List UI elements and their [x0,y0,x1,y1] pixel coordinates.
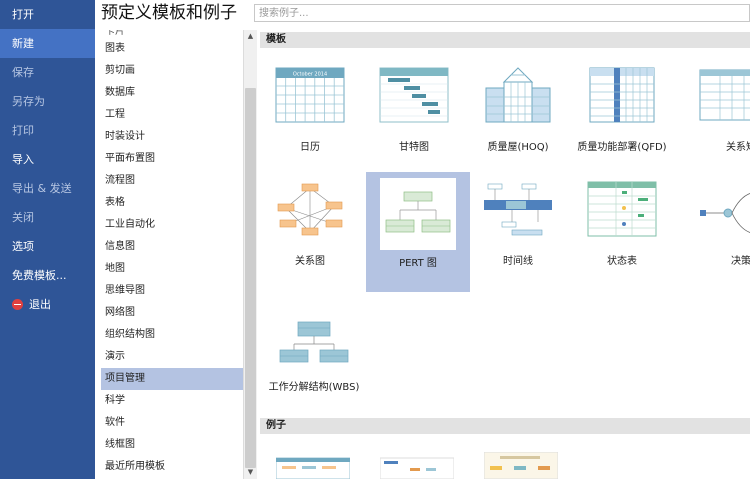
template-wbs[interactable]: 工作分解结构(WBS) [258,298,370,412]
template-status-table[interactable]: 状态表 [570,172,674,286]
nav-exit-label: 退出 [29,298,51,311]
category-item-partial[interactable]: 卡片 [101,30,243,38]
nav-export-send[interactable]: 导出 & 发送 [0,174,95,203]
template-pert-selected[interactable]: PERT 图 [366,172,470,292]
page-title: 预定义模板和例子 [101,3,237,23]
decision-tree-thumb [698,180,750,238]
template-label: 状态表 [607,256,637,267]
nav-new[interactable]: 新建 [0,29,95,58]
section-header-templates: 模板 [260,32,750,48]
template-label: 质量屋(HOQ) [487,142,549,153]
timeline-thumb [482,180,554,238]
template-gallery: 模板 October 2014 日历 甘特图 质量屋(HOQ) 质量功能部署(Q… [258,30,750,479]
template-label: 时间线 [503,256,533,267]
category-item[interactable]: 科学 [101,390,243,412]
category-item[interactable]: 剪切画 [101,60,243,82]
search-input[interactable] [254,4,750,22]
template-gantt[interactable]: 甘特图 [362,58,466,172]
scroll-down-icon[interactable]: ▼ [244,466,257,479]
category-item[interactable]: 平面布置图 [101,148,243,170]
category-item[interactable]: 线框图 [101,434,243,456]
section-header-examples: 例子 [260,418,750,434]
calendar-thumb: October 2014 [274,66,346,124]
wbs-thumb [278,306,350,364]
category-item[interactable]: 表格 [101,192,243,214]
template-decision-tree[interactable]: 决策树 [674,172,750,286]
qfd-thumb [586,66,658,124]
template-label: 质量功能部署(QFD) [577,142,667,153]
category-item[interactable]: 思维导图 [101,280,243,302]
scrollbar-thumb[interactable] [245,88,256,468]
template-label: 工作分解结构(WBS) [268,382,360,393]
category-item[interactable]: 演示 [101,346,243,368]
category-item[interactable]: 组织结构图 [101,324,243,346]
nav-print[interactable]: 打印 [0,116,95,145]
calendar-header-text: October 2014 [293,72,327,78]
category-item[interactable]: 工程 [101,104,243,126]
category-item[interactable]: 数据库 [101,82,243,104]
template-timeline[interactable]: 时间线 [466,172,570,286]
category-item[interactable]: 网络图 [101,302,243,324]
category-item[interactable]: 流程图 [101,170,243,192]
category-list: 卡片 图表 剪切画 数据库 工程 时装设计 平面布置图 流程图 表格 工业自动化… [101,30,243,479]
scroll-up-icon[interactable]: ▲ [244,30,257,43]
nav-free-templates[interactable]: 免费模板... [0,261,95,290]
category-item[interactable]: 地图 [101,258,243,280]
status-table-thumb [586,180,658,238]
template-calendar[interactable]: October 2014 日历 [258,58,362,172]
example-thumb-2[interactable] [380,452,454,479]
category-item[interactable]: 时装设计 [101,126,243,148]
template-label: 关系图 [295,256,325,267]
nav-options[interactable]: 选项 [0,232,95,261]
template-label: PERT 图 [399,258,437,269]
template-relation-diagram[interactable]: 关系图 [258,172,362,286]
hoq-thumb [482,66,554,124]
relation-matrix-thumb [698,66,750,124]
template-label: 甘特图 [399,142,429,153]
nav-import[interactable]: 导入 [0,145,95,174]
template-hoq[interactable]: 质量屋(HOQ) [466,58,570,172]
nav-exit[interactable]: 退出 [0,290,95,319]
category-item[interactable]: 工业自动化 [101,214,243,236]
nav-save-as[interactable]: 另存为 [0,87,95,116]
relation-diagram-thumb [274,180,346,238]
category-item[interactable]: 软件 [101,412,243,434]
template-qfd[interactable]: 质量功能部署(QFD) [570,58,674,172]
example-thumb-1[interactable] [276,452,350,479]
backstage-nav: 打开 新建 保存 另存为 打印 导入 导出 & 发送 关闭 选项 免费模板...… [0,0,95,479]
category-item[interactable]: 最近所用模板 [101,456,243,478]
example-thumb-3[interactable] [484,452,558,479]
category-item[interactable]: 信息图 [101,236,243,258]
category-item[interactable]: 图表 [101,38,243,60]
category-item-selected[interactable]: 项目管理 [101,368,243,390]
pert-thumb [380,178,456,250]
nav-save[interactable]: 保存 [0,58,95,87]
template-relation-matrix[interactable]: 关系矩阵 [674,58,750,172]
template-label: 决策树 [731,256,750,267]
nav-close[interactable]: 关闭 [0,203,95,232]
template-label: 日历 [300,142,320,153]
exit-icon [12,298,23,310]
gantt-thumb [378,66,450,124]
nav-open[interactable]: 打开 [0,0,95,29]
template-label: 关系矩阵 [726,142,750,153]
category-scrollbar[interactable]: ▲ ▼ [243,30,257,479]
